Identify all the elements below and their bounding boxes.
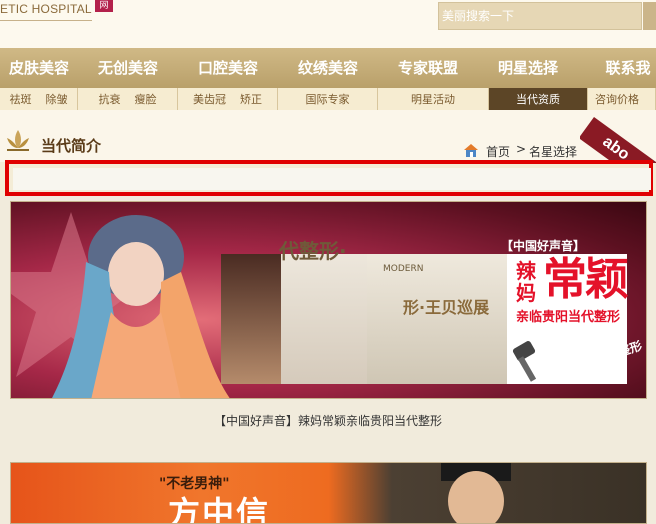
sub-item[interactable]: 瘦脸 <box>135 91 157 107</box>
collage-text: 代整形· <box>279 239 347 263</box>
sub-item[interactable]: 咨询价格 <box>595 91 639 107</box>
nav-item-skin[interactable]: 皮肤美容 <box>0 48 78 88</box>
celebrity-banner[interactable]: 代整形· 形·王贝巡展 MODERN 【中国好声音】 辣妈 常颖 亲临贵阳当代整… <box>10 201 647 399</box>
celebrity-photo <box>52 215 230 398</box>
sub-nav: 祛斑 除皱 抗衰 瘦脸 美齿冠 矫正 国际专家 明星活动 当代资质 咨询价格 <box>0 88 656 110</box>
logo-underline <box>0 20 92 21</box>
sub-group-dental: 美齿冠 矫正 <box>178 88 278 110</box>
banner-tag: 【中国好声音】 <box>501 239 586 253</box>
sub-item[interactable]: 矫正 <box>240 91 262 107</box>
sub-group-noninvasive: 抗衰 瘦脸 <box>78 88 178 110</box>
nav-item-celebrity[interactable]: 明星选择 <box>478 48 578 88</box>
sub-group-celebrity: 当代资质 <box>489 88 588 110</box>
logo-badge: 网 <box>95 0 113 12</box>
sub-item[interactable]: 除皱 <box>46 91 68 107</box>
sub-item[interactable]: 美齿冠 <box>193 91 226 107</box>
banner2-name: 方中信 <box>168 494 271 524</box>
nav-item-experts[interactable]: 专家联盟 <box>378 48 478 88</box>
sub-item-active[interactable]: 当代资质 <box>516 91 560 107</box>
sub-item[interactable]: 明星活动 <box>411 91 455 107</box>
banner2-quote: "不老男神" <box>159 476 230 492</box>
search-button[interactable] <box>643 2 656 30</box>
corner-ribbon-text: abo <box>580 117 656 163</box>
banner-small-text: 辣妈 <box>516 259 536 305</box>
logo-text[interactable]: ETIC HOSPITAL <box>0 2 92 16</box>
nav-item-noninvasive[interactable]: 无创美容 <box>78 48 178 88</box>
page-title: 当代简介 <box>41 137 102 155</box>
sub-group-contact: 咨询价格 <box>588 88 656 110</box>
collage-text: MODERN <box>383 264 424 274</box>
celebrity-banner-2[interactable]: "不老男神" 方中信 <box>10 462 647 524</box>
nav-item-dental[interactable]: 口腔美容 <box>178 48 278 88</box>
nav-item-tattoo[interactable]: 纹绣美容 <box>278 48 378 88</box>
highlight-box <box>5 160 653 196</box>
corner-ribbon: abo <box>580 113 656 163</box>
search-input[interactable] <box>438 2 642 30</box>
celebrity-photo-2 <box>441 463 511 523</box>
banner-caption[interactable]: 【中国好声音】辣妈常颖亲临贵阳当代整形 <box>0 412 656 429</box>
collage-photo <box>281 254 367 384</box>
sub-item[interactable]: 抗衰 <box>99 91 121 107</box>
sub-group-tattoo: 国际专家 <box>278 88 378 110</box>
breadcrumb-separator: > <box>516 142 527 156</box>
banner-subtitle: 亲临贵阳当代整形 <box>516 310 621 325</box>
breadcrumb-home[interactable]: 首页 <box>486 143 510 160</box>
nav-item-contact[interactable]: 联系我 <box>578 48 656 88</box>
sub-group-experts: 明星活动 <box>378 88 489 110</box>
collage-photo <box>221 254 281 384</box>
banner-headline: 常颖 <box>543 254 629 305</box>
home-icon[interactable] <box>463 142 479 158</box>
collage-text: 形·王贝巡展 <box>403 298 490 317</box>
lotus-icon <box>7 130 29 151</box>
sub-item[interactable]: 祛斑 <box>10 91 32 107</box>
sub-group-skin: 祛斑 除皱 <box>0 88 78 110</box>
highlight-box-fill <box>13 168 651 190</box>
breadcrumb-current[interactable]: 名星选择 <box>529 143 577 160</box>
main-nav: 皮肤美容 无创美容 口腔美容 纹绣美容 专家联盟 明星选择 联系我 <box>0 48 656 88</box>
header: ETIC HOSPITAL 网 <box>0 0 656 48</box>
sub-item[interactable]: 国际专家 <box>306 91 350 107</box>
